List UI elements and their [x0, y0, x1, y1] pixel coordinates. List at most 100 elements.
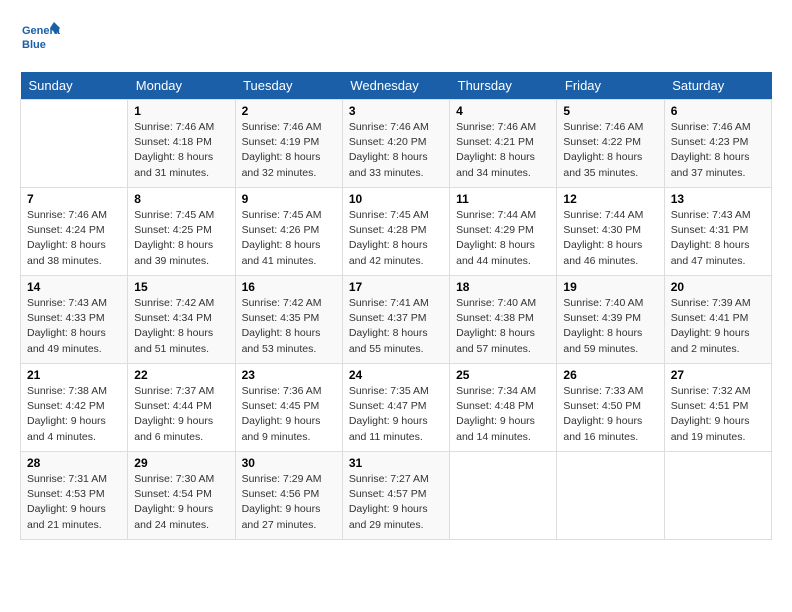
calendar-cell: 31 Sunrise: 7:27 AM Sunset: 4:57 PM Dayli…	[342, 452, 449, 540]
day-content: Sunrise: 7:38 AM Sunset: 4:42 PM Dayligh…	[27, 384, 121, 445]
calendar-cell: 13 Sunrise: 7:43 AM Sunset: 4:31 PM Dayli…	[664, 188, 771, 276]
day-number: 6	[671, 104, 765, 118]
day-number: 16	[242, 280, 336, 294]
day-content: Sunrise: 7:46 AM Sunset: 4:22 PM Dayligh…	[563, 120, 657, 181]
day-number: 5	[563, 104, 657, 118]
day-content: Sunrise: 7:46 AM Sunset: 4:18 PM Dayligh…	[134, 120, 228, 181]
calendar-cell: 4Sunrise: 7:46 AM Sunset: 4:21 PM Daylig…	[450, 100, 557, 188]
calendar-week-3: 21 Sunrise: 7:38 AM Sunset: 4:42 PM Dayli…	[21, 364, 772, 452]
day-content: Sunrise: 7:42 AM Sunset: 4:35 PM Dayligh…	[242, 296, 336, 357]
header-cell-wednesday: Wednesday	[342, 72, 449, 100]
calendar-cell: 24Sunrise: 7:35 AM Sunset: 4:47 PM Dayli…	[342, 364, 449, 452]
day-number: 8	[134, 192, 228, 206]
day-number: 25	[456, 368, 550, 382]
day-number: 18	[456, 280, 550, 294]
day-content: Sunrise: 7:46 AM Sunset: 4:21 PM Dayligh…	[456, 120, 550, 181]
calendar-week-4: 28 Sunrise: 7:31 AM Sunset: 4:53 PM Dayli…	[21, 452, 772, 540]
calendar-cell: 16 Sunrise: 7:42 AM Sunset: 4:35 PM Dayli…	[235, 276, 342, 364]
calendar-cell	[664, 452, 771, 540]
day-content: Sunrise: 7:39 AM Sunset: 4:41 PM Dayligh…	[671, 296, 765, 357]
calendar-cell: 20 Sunrise: 7:39 AM Sunset: 4:41 PM Dayli…	[664, 276, 771, 364]
day-content: Sunrise: 7:36 AM Sunset: 4:45 PM Dayligh…	[242, 384, 336, 445]
day-content: Sunrise: 7:44 AM Sunset: 4:30 PM Dayligh…	[563, 208, 657, 269]
day-number: 28	[27, 456, 121, 470]
day-content: Sunrise: 7:45 AM Sunset: 4:26 PM Dayligh…	[242, 208, 336, 269]
day-number: 1	[134, 104, 228, 118]
calendar-cell: 27 Sunrise: 7:32 AM Sunset: 4:51 PM Dayli…	[664, 364, 771, 452]
page-header: General Blue	[20, 20, 772, 56]
calendar-cell	[21, 100, 128, 188]
header-cell-sunday: Sunday	[21, 72, 128, 100]
calendar-cell: 14Sunrise: 7:43 AM Sunset: 4:33 PM Dayli…	[21, 276, 128, 364]
calendar-cell: 17Sunrise: 7:41 AM Sunset: 4:37 PM Dayli…	[342, 276, 449, 364]
day-content: Sunrise: 7:46 AM Sunset: 4:24 PM Dayligh…	[27, 208, 121, 269]
day-number: 31	[349, 456, 443, 470]
calendar-cell: 8 Sunrise: 7:45 AM Sunset: 4:25 PM Daylig…	[128, 188, 235, 276]
calendar-cell: 29Sunrise: 7:30 AM Sunset: 4:54 PM Dayli…	[128, 452, 235, 540]
day-content: Sunrise: 7:44 AM Sunset: 4:29 PM Dayligh…	[456, 208, 550, 269]
day-number: 27	[671, 368, 765, 382]
day-content: Sunrise: 7:29 AM Sunset: 4:56 PM Dayligh…	[242, 472, 336, 533]
calendar-cell: 2 Sunrise: 7:46 AM Sunset: 4:19 PM Daylig…	[235, 100, 342, 188]
day-content: Sunrise: 7:43 AM Sunset: 4:31 PM Dayligh…	[671, 208, 765, 269]
day-content: Sunrise: 7:40 AM Sunset: 4:39 PM Dayligh…	[563, 296, 657, 357]
day-number: 12	[563, 192, 657, 206]
calendar-cell: 23 Sunrise: 7:36 AM Sunset: 4:45 PM Dayli…	[235, 364, 342, 452]
day-content: Sunrise: 7:27 AM Sunset: 4:57 PM Dayligh…	[349, 472, 443, 533]
header-row: SundayMondayTuesdayWednesdayThursdayFrid…	[21, 72, 772, 100]
day-content: Sunrise: 7:46 AM Sunset: 4:23 PM Dayligh…	[671, 120, 765, 181]
header-cell-tuesday: Tuesday	[235, 72, 342, 100]
day-content: Sunrise: 7:45 AM Sunset: 4:25 PM Dayligh…	[134, 208, 228, 269]
logo: General Blue	[20, 20, 60, 56]
day-number: 19	[563, 280, 657, 294]
header-cell-thursday: Thursday	[450, 72, 557, 100]
day-number: 21	[27, 368, 121, 382]
day-content: Sunrise: 7:46 AM Sunset: 4:20 PM Dayligh…	[349, 120, 443, 181]
day-number: 22	[134, 368, 228, 382]
day-number: 13	[671, 192, 765, 206]
calendar-cell: 25 Sunrise: 7:34 AM Sunset: 4:48 PM Dayli…	[450, 364, 557, 452]
calendar-cell	[557, 452, 664, 540]
day-content: Sunrise: 7:37 AM Sunset: 4:44 PM Dayligh…	[134, 384, 228, 445]
day-number: 15	[134, 280, 228, 294]
day-number: 9	[242, 192, 336, 206]
day-content: Sunrise: 7:34 AM Sunset: 4:48 PM Dayligh…	[456, 384, 550, 445]
day-content: Sunrise: 7:31 AM Sunset: 4:53 PM Dayligh…	[27, 472, 121, 533]
day-content: Sunrise: 7:45 AM Sunset: 4:28 PM Dayligh…	[349, 208, 443, 269]
day-content: Sunrise: 7:41 AM Sunset: 4:37 PM Dayligh…	[349, 296, 443, 357]
calendar-header: SundayMondayTuesdayWednesdayThursdayFrid…	[21, 72, 772, 100]
day-number: 10	[349, 192, 443, 206]
day-number: 14	[27, 280, 121, 294]
day-content: Sunrise: 7:40 AM Sunset: 4:38 PM Dayligh…	[456, 296, 550, 357]
day-content: Sunrise: 7:32 AM Sunset: 4:51 PM Dayligh…	[671, 384, 765, 445]
calendar-cell: 26Sunrise: 7:33 AM Sunset: 4:50 PM Dayli…	[557, 364, 664, 452]
day-number: 11	[456, 192, 550, 206]
day-number: 23	[242, 368, 336, 382]
day-number: 3	[349, 104, 443, 118]
day-content: Sunrise: 7:30 AM Sunset: 4:54 PM Dayligh…	[134, 472, 228, 533]
day-number: 20	[671, 280, 765, 294]
calendar-cell: 15Sunrise: 7:42 AM Sunset: 4:34 PM Dayli…	[128, 276, 235, 364]
calendar-cell: 18 Sunrise: 7:40 AM Sunset: 4:38 PM Dayli…	[450, 276, 557, 364]
header-cell-saturday: Saturday	[664, 72, 771, 100]
header-cell-monday: Monday	[128, 72, 235, 100]
day-number: 7	[27, 192, 121, 206]
logo-svg: General Blue	[20, 20, 60, 56]
calendar-body: 1 Sunrise: 7:46 AM Sunset: 4:18 PM Daylig…	[21, 100, 772, 540]
calendar-cell: 3 Sunrise: 7:46 AM Sunset: 4:20 PM Daylig…	[342, 100, 449, 188]
calendar-cell: 21 Sunrise: 7:38 AM Sunset: 4:42 PM Dayli…	[21, 364, 128, 452]
calendar-table: SundayMondayTuesdayWednesdayThursdayFrid…	[20, 72, 772, 540]
calendar-week-0: 1 Sunrise: 7:46 AM Sunset: 4:18 PM Daylig…	[21, 100, 772, 188]
calendar-week-1: 7 Sunrise: 7:46 AM Sunset: 4:24 PM Daylig…	[21, 188, 772, 276]
calendar-cell: 7 Sunrise: 7:46 AM Sunset: 4:24 PM Daylig…	[21, 188, 128, 276]
day-content: Sunrise: 7:35 AM Sunset: 4:47 PM Dayligh…	[349, 384, 443, 445]
day-number: 2	[242, 104, 336, 118]
calendar-cell: 30 Sunrise: 7:29 AM Sunset: 4:56 PM Dayli…	[235, 452, 342, 540]
day-number: 30	[242, 456, 336, 470]
calendar-week-2: 14Sunrise: 7:43 AM Sunset: 4:33 PM Dayli…	[21, 276, 772, 364]
calendar-cell: 5 Sunrise: 7:46 AM Sunset: 4:22 PM Daylig…	[557, 100, 664, 188]
calendar-cell: 1 Sunrise: 7:46 AM Sunset: 4:18 PM Daylig…	[128, 100, 235, 188]
calendar-cell: 10 Sunrise: 7:45 AM Sunset: 4:28 PM Dayli…	[342, 188, 449, 276]
calendar-cell: 28 Sunrise: 7:31 AM Sunset: 4:53 PM Dayli…	[21, 452, 128, 540]
day-content: Sunrise: 7:46 AM Sunset: 4:19 PM Dayligh…	[242, 120, 336, 181]
